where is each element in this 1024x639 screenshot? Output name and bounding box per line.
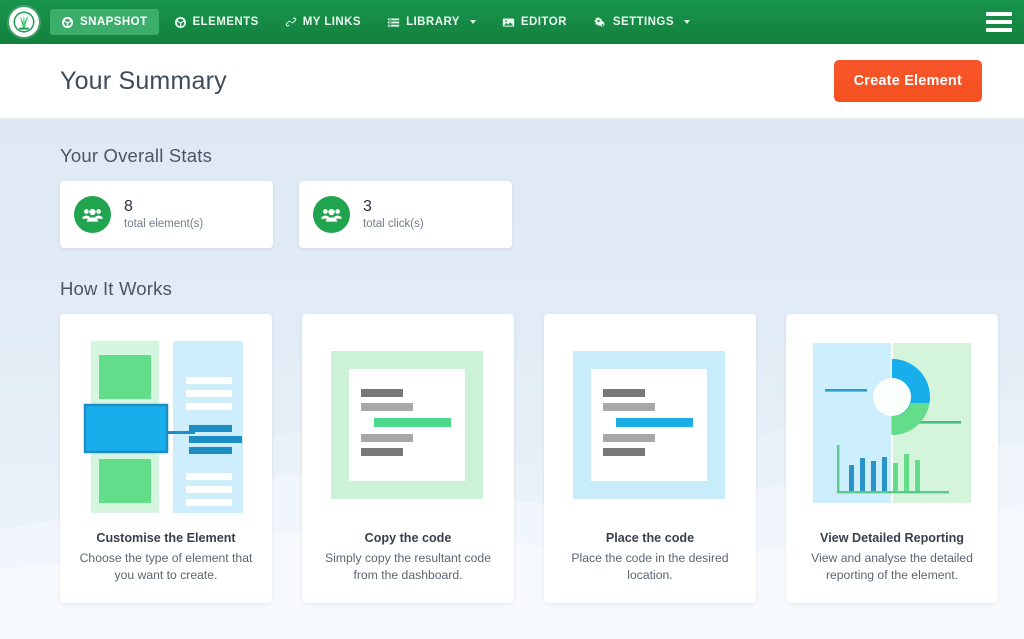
how-it-works-card: View Detailed Reporting View and analyse… — [786, 314, 998, 603]
chevron-down-icon — [683, 20, 690, 24]
nav-label: SETTINGS — [612, 16, 674, 28]
link-chain-icon — [285, 16, 297, 28]
place-code-illustration — [561, 333, 739, 515]
hamburger-bar — [986, 12, 1012, 16]
main-content: Your Overall Stats 8 total element(s) 3 … — [0, 119, 1024, 639]
nav-item-settings[interactable]: SETTINGS — [582, 9, 701, 35]
gears-icon — [593, 16, 607, 29]
nav-label: LIBRARY — [406, 16, 460, 28]
stat-card: 3 total click(s) — [299, 181, 512, 248]
how-it-works-card: Copy the code Simply copy the resultant … — [302, 314, 514, 603]
nav-items: SNAPSHOT ELEMENTS MY LINKS LIBRARY EDITO… — [50, 0, 705, 44]
copy-code-illustration — [319, 333, 497, 515]
stats-card-list: 8 total element(s) 3 total click(s) — [60, 181, 964, 248]
nav-label: ELEMENTS — [192, 16, 259, 28]
nav-item-editor[interactable]: EDITOR — [491, 9, 578, 35]
create-element-button[interactable]: Create Element — [833, 60, 982, 102]
overall-stats-title: Your Overall Stats — [60, 145, 213, 166]
nav-item-my-links[interactable]: MY LINKS — [274, 9, 372, 35]
how-it-works-card: Customise the Element Choose the type of… — [60, 314, 272, 603]
how-it-works-card-list: Customise the Element Choose the type of… — [60, 314, 998, 603]
stat-label: total element(s) — [124, 218, 204, 231]
card-text: View and analyse the detailed reporting … — [811, 551, 973, 583]
hamburger-bar — [986, 20, 1012, 24]
nav-label: MY LINKS — [302, 16, 362, 28]
stat-value: 3 — [363, 197, 372, 215]
list-bars-icon — [387, 16, 400, 29]
dashcube-icon — [174, 16, 187, 29]
nav-item-elements[interactable]: ELEMENTS — [163, 9, 270, 35]
page-header: Your Summary Create Element — [0, 44, 1024, 119]
how-it-works-title: How It Works — [60, 278, 173, 299]
card-text: Place the code in the desired location. — [571, 551, 729, 583]
detailed-reporting-illustration — [803, 333, 981, 515]
nav-label: EDITOR — [520, 16, 567, 28]
card-title: Place the code — [605, 531, 695, 545]
stat-value: 8 — [124, 197, 133, 215]
stat-text-block: 3 total click(s) — [363, 197, 424, 231]
page-title: Your Summary — [60, 66, 227, 95]
hamburger-bar — [986, 28, 1012, 32]
plant-logo-icon[interactable] — [9, 7, 39, 37]
card-title: Customise the Element — [96, 531, 236, 545]
nav-label: SNAPSHOT — [80, 16, 148, 28]
image-icon — [502, 16, 515, 29]
card-title: View Detailed Reporting — [820, 531, 964, 545]
nav-item-snapshot[interactable]: SNAPSHOT — [50, 9, 159, 35]
chevron-down-icon — [469, 20, 476, 24]
top-navbar: SNAPSHOT ELEMENTS MY LINKS LIBRARY EDITO… — [0, 0, 1024, 44]
stat-text-block: 8 total element(s) — [124, 197, 204, 231]
card-title: Copy the code — [364, 531, 452, 545]
card-text: Choose the type of element that you want… — [79, 551, 253, 583]
hamburger-menu-icon[interactable] — [986, 12, 1012, 32]
nav-item-library[interactable]: LIBRARY — [376, 9, 487, 35]
stat-label: total click(s) — [363, 218, 424, 231]
customise-element-illustration — [77, 333, 255, 515]
how-it-works-card: Place the code Place the code in the des… — [544, 314, 756, 603]
card-text: Simply copy the resultant code from the … — [325, 551, 491, 583]
users-group-icon — [74, 196, 111, 233]
dashcube-icon — [61, 16, 74, 29]
stat-card: 8 total element(s) — [60, 181, 273, 248]
users-group-icon — [313, 196, 350, 233]
